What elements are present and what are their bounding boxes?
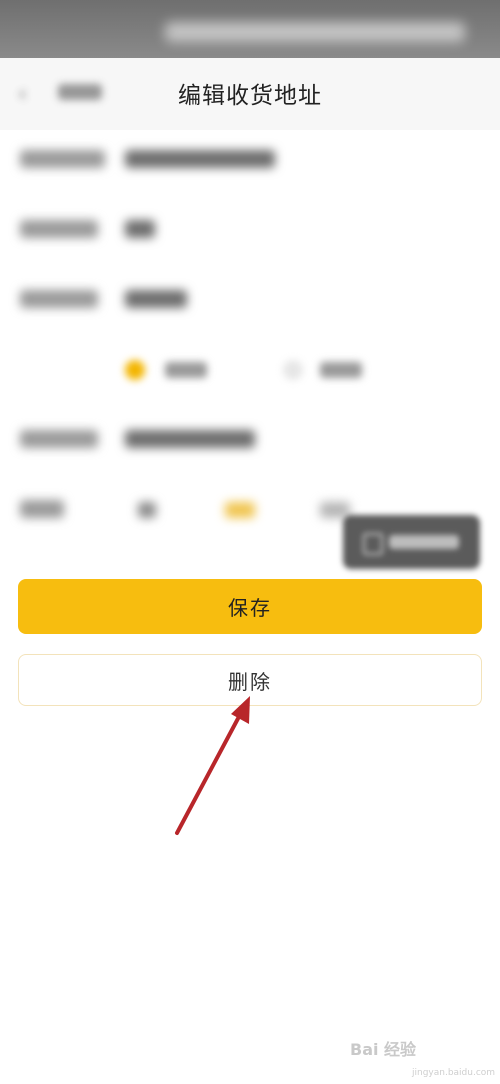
toast-overlay <box>343 515 480 569</box>
form-value-blurred <box>125 430 255 448</box>
form-row-detail[interactable] <box>0 210 500 250</box>
form-label-blurred <box>20 150 105 168</box>
tag-option-selected-blurred[interactable] <box>225 502 255 518</box>
radio-unselected-icon[interactable] <box>283 360 303 380</box>
delete-button-label: 删除 <box>228 669 272 694</box>
delete-button[interactable]: 删除 <box>18 654 482 706</box>
watermark-text: Bai 经验 <box>350 1040 417 1059</box>
save-button-label: 保存 <box>228 596 272 620</box>
form-value-blurred <box>125 150 275 168</box>
form-label-blurred <box>20 290 98 308</box>
gender-radio-group[interactable] <box>0 350 500 390</box>
form-value-blurred <box>125 290 187 308</box>
tag-option-blurred[interactable] <box>138 502 156 518</box>
radio-label-blurred <box>320 362 362 378</box>
form-label-blurred <box>20 500 64 518</box>
radio-label-blurred <box>165 362 207 378</box>
toast-text-blurred <box>389 535 459 549</box>
page-title: 编辑收货地址 <box>178 83 322 109</box>
form-row-phone[interactable] <box>0 420 500 460</box>
status-bar-content <box>165 22 465 42</box>
address-form <box>0 130 500 570</box>
form-value-blurred <box>125 220 155 238</box>
status-bar <box>0 0 500 58</box>
save-button[interactable]: 保存 <box>18 579 482 634</box>
nav-bar: ‹ 编辑收货地址 <box>0 58 500 130</box>
watermark: Bai 经验 jingyan.baidu.com <box>350 1028 495 1078</box>
radio-selected-icon[interactable] <box>125 360 145 380</box>
form-label-blurred <box>20 220 98 238</box>
form-row-region[interactable] <box>0 140 500 180</box>
watermark-url: jingyan.baidu.com <box>412 1068 496 1078</box>
form-row-name[interactable] <box>0 280 500 320</box>
toast-icon <box>363 533 383 555</box>
form-label-blurred <box>20 430 98 448</box>
